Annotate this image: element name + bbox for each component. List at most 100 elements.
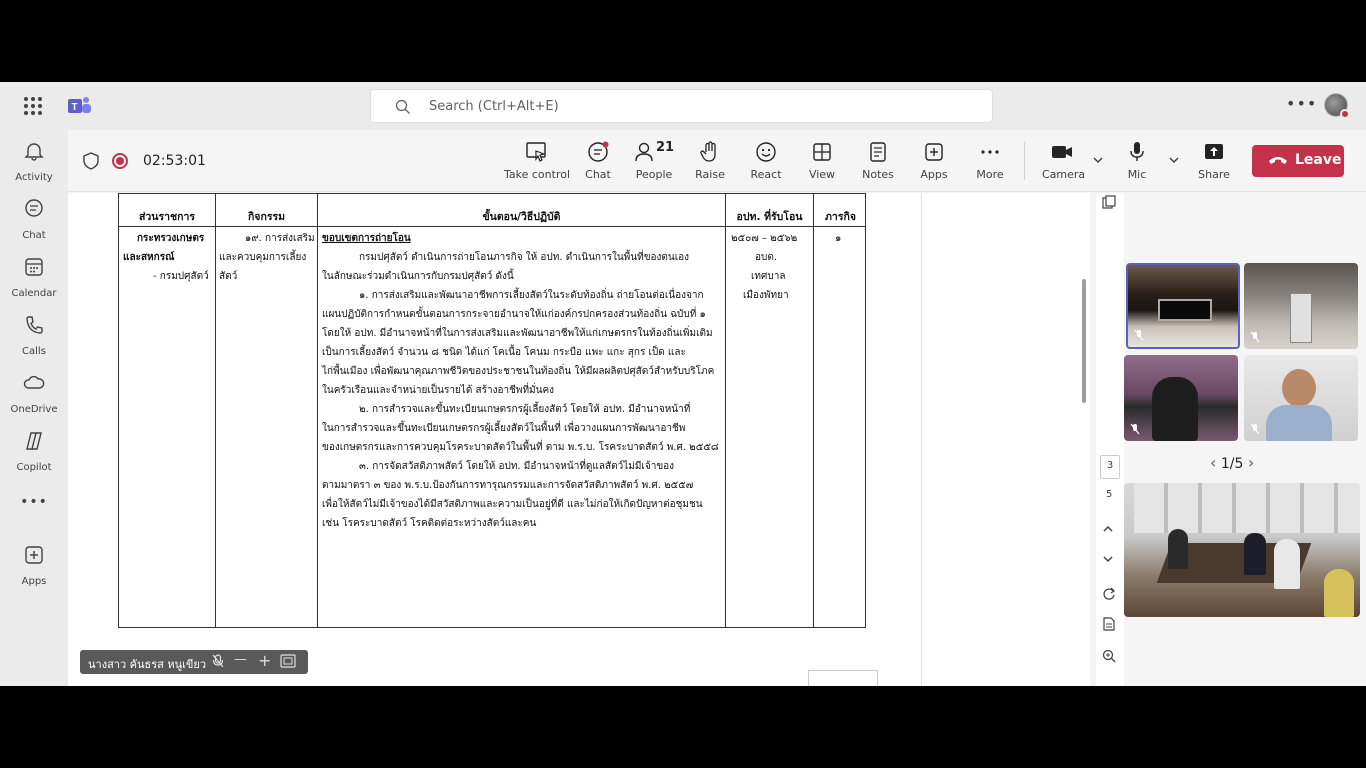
rail-more-icon[interactable]: ••• [0,494,68,546]
tile-room-table [1158,299,1212,321]
take-control-icon [526,142,547,162]
notes-icon [870,142,886,162]
fullscreen-icon[interactable] [280,654,296,672]
pdf-side-toolbar: 3 5 [1096,193,1124,686]
grid-view-icon [813,143,831,161]
rail-item-label: OneDrive [10,404,58,415]
video-gallery: ‹ 1/5 › [1124,193,1366,686]
share-screen-icon [1205,144,1223,159]
chat-button[interactable]: Chat [580,140,616,186]
procedure-line: เพื่อให้สัตว์ไม่มีเจ้าของได้มีสวัสดิภาพแ… [322,499,703,510]
presenter-name: นางสาว คันธรส หนูเขียว [88,658,207,671]
calendar-icon [25,258,43,276]
rail-item-onedrive[interactable]: OneDrive [0,372,68,424]
header-mission: ภารกิจ [825,211,856,223]
shared-screen: ส่วนราชการ กิจกรรม ขั้นตอน/วิธีปฏิบัติ อ… [68,193,1090,686]
document-scrollbar[interactable] [1082,279,1086,403]
copy-icon[interactable] [1102,195,1116,209]
more-button[interactable]: More [974,140,1006,186]
bell-icon [24,143,44,161]
participant-tile[interactable] [1126,263,1240,349]
mission-line: ๑ [835,233,842,244]
procedure-line: ๑. การส่งเสริมและพัฒนาอาชีพการเลี้ยงสัตว… [359,290,704,301]
share-button[interactable]: Share [1198,140,1230,186]
notes-button[interactable]: Notes [862,140,894,186]
document-page: ส่วนราชการ กิจกรรม ขั้นตอน/วิธีปฏิบัติ อ… [74,193,922,686]
zoom-in-icon[interactable]: + [258,651,271,670]
apps-button[interactable]: Apps [918,140,950,186]
procedure-line: ในลักษณะร่วมดำเนินการกับกรมปศุสัตว์ ดังน… [322,271,514,282]
procedure-line: กรมปศุสัตว์ ดำเนินการถ่ายโอนภารกิจ ให้ อ… [359,252,690,263]
agency-line: - กรมปศุสัตว์ [153,271,209,282]
tile-person [1168,529,1188,569]
rail-item-label: Activity [15,172,53,183]
camera-icon [1052,146,1072,158]
participant-tile[interactable] [1244,263,1358,349]
mic-button[interactable]: Mic [1124,140,1150,186]
room-video-tile[interactable] [1124,483,1360,617]
svg-text:T: T [72,102,78,113]
copilot-icon [26,432,42,450]
phone-icon [26,316,43,334]
chevron-down-icon[interactable] [1102,553,1114,565]
zoom-in-icon[interactable] [1102,649,1116,663]
more-dots-icon [981,150,999,154]
page-footer-box [808,670,878,686]
search-box[interactable]: Search (Ctrl+Alt+E) [370,89,993,123]
rail-item-calendar[interactable]: Calendar [0,256,68,308]
view-button[interactable]: View [806,140,838,186]
tile-person [1324,569,1354,617]
app-rail: Activity Chat Calendar Calls OneDrive Co… [0,130,68,686]
chevron-up-icon[interactable] [1102,523,1114,535]
tile-room-table [1290,293,1312,343]
procedure-line: โดยให้ อปท. มีอำนาจหน้าที่ในการส่งเสริมแ… [322,328,713,339]
procedure-line: ๒. การสำรวจและขึ้นทะเบียนเกษตรกรผู้เลี้ย… [359,404,691,415]
agency-line: และสหกรณ์ [123,252,175,263]
chevron-right-icon[interactable]: › [1248,453,1254,472]
header-activity: กิจกรรม [247,211,286,223]
teams-logo-icon: T [68,97,91,113]
mic-options-chevron-icon[interactable] [1168,154,1180,166]
search-icon [395,99,410,114]
rail-item-chat[interactable]: Chat [0,198,68,250]
camera-button[interactable]: Camera [1042,140,1085,186]
shield-icon[interactable] [83,152,99,170]
apps-plus-icon [25,546,43,564]
agency-line: กระทรวงเกษตร [137,233,205,244]
muted-mic-icon [1250,331,1260,343]
leave-button[interactable]: Leave [1252,145,1344,177]
take-control-button[interactable]: Take control [504,140,570,186]
activity-line: ๑๙. การส่งเสริม [245,233,315,244]
document-icon[interactable] [1102,617,1116,631]
app-launcher-icon[interactable] [24,97,42,115]
tile-person-shirt [1266,405,1332,441]
camera-options-chevron-icon[interactable] [1092,154,1104,166]
participant-tile[interactable] [1124,355,1238,441]
page-number-input[interactable]: 3 [1100,455,1120,479]
meeting-timer: 02:53:01 [143,153,206,169]
zoom-out-icon[interactable]: — [234,652,247,667]
rotate-icon[interactable] [1102,587,1116,601]
document-table: ส่วนราชการ กิจกรรม ขั้นตอน/วิธีปฏิบัติ อ… [118,193,866,628]
muted-mic-icon [212,654,224,672]
presence-badge [1340,109,1350,119]
people-button[interactable]: 21 People [634,140,674,186]
toolbar-divider [1024,142,1025,180]
react-button[interactable]: React [750,140,782,186]
chevron-left-icon[interactable]: ‹ [1210,453,1216,472]
procedure-line: ในการสำรวจและขึ้นทะเบียนเกษตรกรผู้เลี้ยง… [322,423,686,434]
rail-item-apps[interactable]: Apps [0,544,68,596]
muted-mic-icon [1134,329,1144,341]
tile-windows [1134,483,1360,533]
receiving-lao-line: ๒๕๐๗ – ๒๕๖๒ [731,233,798,244]
more-options-icon[interactable]: ••• [1286,94,1317,113]
rail-item-activity[interactable]: Activity [0,140,68,192]
rail-item-calls[interactable]: Calls [0,314,68,366]
procedure-line: ไก่พื้นเมือง เพื่อพัฒนาคุณภาพชีวิตของประ… [322,366,715,377]
raise-hand-button[interactable]: Raise [694,140,726,186]
participant-tile[interactable] [1244,355,1358,441]
header-receiving-lao: อปท. ที่รับโอน [736,211,803,223]
rail-item-label: Calls [22,346,46,357]
receiving-lao-line: เมืองพัทยา [743,290,789,301]
rail-item-copilot[interactable]: Copilot [0,430,68,482]
